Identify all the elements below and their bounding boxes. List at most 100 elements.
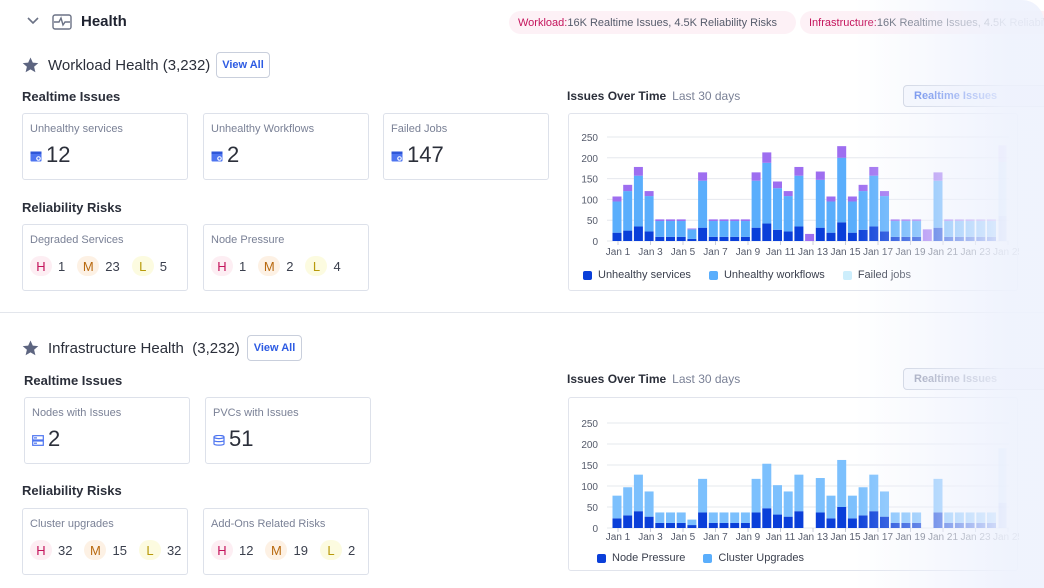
- bar-segment[interactable]: [687, 229, 697, 239]
- bar-segment[interactable]: [847, 201, 857, 233]
- bar-segment[interactable]: [987, 221, 996, 237]
- bar-segment[interactable]: [944, 236, 954, 241]
- bar-segment[interactable]: [815, 512, 825, 528]
- bar-segment[interactable]: [944, 522, 954, 528]
- bar-segment[interactable]: [612, 232, 622, 241]
- bar-segment[interactable]: [869, 474, 879, 512]
- realtime-issues-toggle[interactable]: Realtime Issues: [903, 368, 1044, 390]
- bar-segment[interactable]: [676, 219, 686, 222]
- bar-segment[interactable]: [708, 236, 718, 241]
- realtime-card[interactable]: Unhealthy Workflows 2: [203, 113, 369, 180]
- bar-segment[interactable]: [687, 228, 697, 230]
- bar-segment[interactable]: [998, 502, 1007, 528]
- bar-segment[interactable]: [869, 511, 879, 528]
- bar-segment[interactable]: [633, 474, 643, 512]
- bar-segment[interactable]: [740, 221, 750, 237]
- legend-item[interactable]: Unhealthy workflows: [708, 269, 825, 281]
- bar-segment[interactable]: [965, 221, 975, 237]
- bar-segment[interactable]: [740, 522, 750, 528]
- bar-segment[interactable]: [794, 166, 804, 176]
- bar-segment[interactable]: [912, 512, 922, 523]
- bar-segment[interactable]: [730, 221, 740, 237]
- bar-segment[interactable]: [933, 172, 943, 181]
- workload-summary-pill[interactable]: Workload: 16K Realtime Issues, 4.5K Reli…: [509, 11, 796, 34]
- bar-segment[interactable]: [719, 236, 729, 241]
- bar-segment[interactable]: [987, 219, 996, 222]
- bar-segment[interactable]: [612, 196, 622, 202]
- bar-segment[interactable]: [998, 145, 1007, 162]
- bar-segment[interactable]: [623, 184, 633, 192]
- bar-segment[interactable]: [933, 512, 943, 528]
- realtime-card[interactable]: Failed Jobs 147: [383, 113, 549, 180]
- bar-segment[interactable]: [655, 522, 665, 528]
- bar-segment[interactable]: [954, 219, 964, 222]
- bar-segment[interactable]: [666, 512, 675, 523]
- bar-segment[interactable]: [794, 511, 804, 528]
- bar-segment[interactable]: [676, 236, 686, 241]
- bar-segment[interactable]: [644, 491, 654, 517]
- legend-item[interactable]: Node Pressure: [597, 552, 685, 564]
- bar-segment[interactable]: [644, 196, 654, 232]
- bar-segment[interactable]: [998, 161, 1007, 217]
- bar-segment[interactable]: [783, 516, 793, 528]
- bar-segment[interactable]: [687, 525, 697, 528]
- bar-segment[interactable]: [901, 219, 911, 222]
- bar-segment[interactable]: [773, 485, 782, 515]
- bar-segment[interactable]: [676, 512, 686, 523]
- bar-segment[interactable]: [676, 522, 686, 528]
- bar-segment[interactable]: [826, 196, 836, 202]
- risk-card[interactable]: Degraded Services H1 M 23 L5: [22, 224, 188, 291]
- bar-segment[interactable]: [698, 180, 708, 228]
- bar-segment[interactable]: [623, 230, 633, 241]
- bar-segment[interactable]: [730, 236, 740, 241]
- bar-segment[interactable]: [666, 219, 675, 222]
- bar-segment[interactable]: [912, 221, 922, 237]
- bar-segment[interactable]: [976, 512, 986, 523]
- bar-segment[interactable]: [740, 219, 750, 222]
- bar-segment[interactable]: [837, 507, 847, 528]
- bar-segment[interactable]: [847, 495, 857, 519]
- bar-segment[interactable]: [730, 512, 740, 523]
- bar-segment[interactable]: [826, 232, 836, 241]
- bar-segment[interactable]: [890, 512, 900, 523]
- bar-segment[interactable]: [644, 191, 654, 197]
- bar-segment[interactable]: [837, 157, 847, 223]
- bar-segment[interactable]: [954, 522, 964, 528]
- bar-segment[interactable]: [708, 512, 718, 523]
- bar-segment[interactable]: [730, 219, 740, 222]
- bar-segment[interactable]: [676, 221, 686, 237]
- bar-segment[interactable]: [912, 219, 922, 222]
- bar-segment[interactable]: [708, 221, 718, 237]
- risk-card[interactable]: Add-Ons Related Risks H 12 M 19 L2: [203, 508, 369, 575]
- bar-segment[interactable]: [976, 522, 986, 528]
- bar-segment[interactable]: [858, 487, 868, 516]
- bar-segment[interactable]: [644, 516, 654, 528]
- bar-segment[interactable]: [644, 231, 654, 241]
- realtime-card[interactable]: PVCs with Issues 51: [205, 397, 371, 464]
- bar-segment[interactable]: [826, 201, 836, 233]
- bar-segment[interactable]: [826, 518, 836, 528]
- bar-segment[interactable]: [847, 196, 857, 202]
- legend-item[interactable]: Failed jobs: [842, 269, 911, 281]
- bar-segment[interactable]: [826, 495, 836, 519]
- bar-segment[interactable]: [687, 238, 697, 241]
- bar-segment[interactable]: [901, 522, 911, 528]
- bar-segment[interactable]: [890, 221, 900, 237]
- bar-segment[interactable]: [623, 515, 633, 528]
- bar-segment[interactable]: [783, 196, 793, 232]
- bar-segment[interactable]: [954, 221, 964, 237]
- bar-segment[interactable]: [880, 491, 889, 517]
- bar-segment[interactable]: [666, 236, 675, 241]
- bar-segment[interactable]: [783, 191, 793, 197]
- bar-segment[interactable]: [976, 221, 986, 237]
- bar-segment[interactable]: [815, 179, 825, 228]
- bar-segment[interactable]: [880, 516, 889, 528]
- bar-segment[interactable]: [633, 166, 643, 176]
- bar-segment[interactable]: [773, 514, 782, 528]
- bar-segment[interactable]: [698, 227, 708, 241]
- legend-item[interactable]: Unhealthy services: [583, 269, 691, 281]
- bar-segment[interactable]: [976, 236, 986, 241]
- bar-segment[interactable]: [762, 162, 772, 224]
- bar-segment[interactable]: [837, 146, 847, 158]
- bar-segment[interactable]: [998, 448, 1007, 503]
